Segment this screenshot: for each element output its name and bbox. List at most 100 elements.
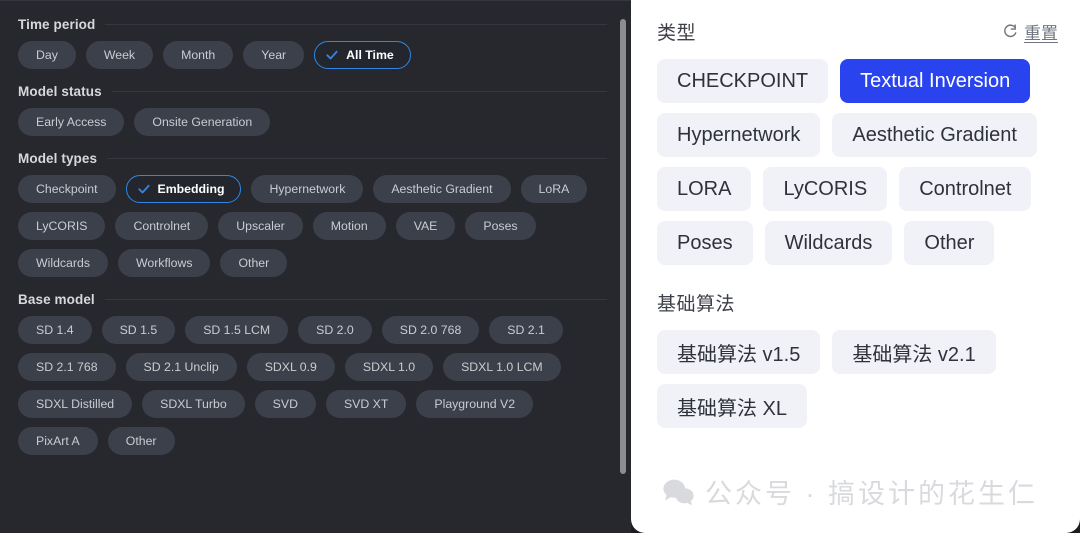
- type-chip-group: CHECKPOINT Textual Inversion Hypernetwork A…: [657, 59, 1058, 265]
- light-filter-panel: 类型 重置 CHECKPOINT Textual Inversion Hyperne…: [631, 0, 1080, 533]
- filter-chip[interactable]: Other: [220, 249, 288, 277]
- type-chip[interactable]: LyCORIS: [763, 167, 888, 211]
- filter-chip[interactable]: SD 2.1 Unclip: [125, 353, 237, 381]
- filter-chip-label: SD 2.1 768: [36, 360, 98, 374]
- base-model-chip[interactable]: 基础算法 v1.5: [657, 330, 821, 374]
- filter-chip[interactable]: Onsite Generation: [134, 108, 271, 136]
- type-chip-label: Other: [924, 231, 975, 254]
- filter-chip[interactable]: SDXL 0.9: [246, 353, 335, 381]
- filter-chip-label: SVD: [272, 397, 298, 411]
- filter-chip[interactable]: PixArt A: [18, 427, 98, 455]
- filter-chip[interactable]: LoRA: [520, 175, 588, 203]
- base-model-chip-group: 基础算法 v1.5 基础算法 v2.1 基础算法 XL: [657, 330, 1058, 428]
- filter-chip-label: Motion: [330, 219, 368, 233]
- filter-chip-label: SD 2.1: [507, 323, 545, 337]
- filter-chip-label: Playground V2: [434, 397, 516, 411]
- filter-chip-label: SD 1.4: [36, 323, 74, 337]
- filter-chip-group: Checkpoint Embedding Hypernetwork Aesthetic…: [18, 175, 607, 277]
- filter-chip-label: Onsite Generation: [152, 115, 253, 129]
- type-chip[interactable]: Wildcards: [764, 221, 893, 265]
- app-screen: Time period Day Week Month Year All Time Model…: [0, 0, 1080, 533]
- filter-chip-label: Other: [238, 256, 270, 270]
- filter-chip[interactable]: SVD: [254, 390, 316, 418]
- section-divider: [105, 24, 607, 25]
- filter-chip[interactable]: SDXL Distilled: [18, 390, 133, 418]
- filter-chip[interactable]: LyCORIS: [18, 212, 106, 240]
- filter-chip-label: SDXL Distilled: [36, 397, 115, 411]
- filter-chip-label: LoRA: [538, 182, 570, 196]
- filter-chip[interactable]: Wildcards: [18, 249, 108, 277]
- filter-chip[interactable]: SVD XT: [325, 390, 407, 418]
- filter-chip-label: SDXL 1.0 LCM: [461, 360, 543, 374]
- filter-chip[interactable]: Workflows: [117, 249, 211, 277]
- reset-button[interactable]: 重置: [1001, 19, 1058, 44]
- filter-chip[interactable]: SDXL Turbo: [142, 390, 245, 418]
- check-icon: [137, 182, 151, 196]
- section-divider: [107, 158, 607, 159]
- base-model-section-title: 基础算法: [657, 294, 736, 315]
- type-chip-label: Textual Inversion: [860, 69, 1011, 92]
- filter-chip[interactable]: SD 1.4: [18, 316, 92, 344]
- filter-chip[interactable]: Embedding: [125, 175, 242, 203]
- filter-chip[interactable]: Early Access: [18, 108, 125, 136]
- type-chip-label: Hypernetwork: [677, 123, 801, 146]
- type-chip[interactable]: Poses: [657, 221, 753, 265]
- refresh-icon: [1001, 23, 1018, 40]
- filter-chip[interactable]: SD 1.5 LCM: [185, 316, 289, 344]
- filter-chip[interactable]: SD 2.1 768: [18, 353, 116, 381]
- filter-chip[interactable]: SD 1.5: [101, 316, 176, 344]
- vertical-scrollbar[interactable]: [620, 19, 626, 474]
- filter-chip-label: SD 1.5 LCM: [203, 323, 271, 337]
- filter-section-title: Model status: [18, 84, 102, 99]
- filter-chip[interactable]: SDXL 1.0 LCM: [443, 353, 561, 381]
- filter-chip[interactable]: All Time: [314, 41, 411, 69]
- reset-label: 重置: [1024, 24, 1058, 43]
- dark-filter-scroll-area: Time period Day Week Month Year All Time Model…: [0, 1, 631, 533]
- filter-chip[interactable]: SD 2.0: [298, 316, 372, 344]
- type-chip[interactable]: Aesthetic Gradient: [832, 113, 1037, 157]
- filter-chip-label: Other: [125, 434, 157, 448]
- type-chip[interactable]: Textual Inversion: [840, 59, 1031, 103]
- filter-chip-group: Day Week Month Year All Time: [18, 41, 607, 69]
- filter-chip-label: VAE: [413, 219, 438, 233]
- filter-chip-label: Early Access: [36, 115, 107, 129]
- filter-chip[interactable]: Playground V2: [416, 390, 534, 418]
- filter-section-header: Time period: [18, 17, 607, 32]
- filter-chip[interactable]: Motion: [312, 212, 386, 240]
- filter-chip-group: Early Access Onsite Generation: [18, 108, 607, 136]
- base-model-chip[interactable]: 基础算法 XL: [657, 384, 808, 428]
- filter-section: Base model SD 1.4 SD 1.5 SD 1.5 LCM SD 2.0 SD…: [18, 292, 607, 455]
- type-chip[interactable]: LORA: [657, 167, 752, 211]
- filter-chip[interactable]: SD 2.0 768: [381, 316, 480, 344]
- filter-chip[interactable]: Controlnet: [115, 212, 209, 240]
- filter-chip-label: SD 2.1 Unclip: [143, 360, 219, 374]
- filter-chip[interactable]: SDXL 1.0: [344, 353, 434, 381]
- type-chip[interactable]: Controlnet: [899, 167, 1032, 211]
- filter-chip[interactable]: Month: [163, 41, 234, 69]
- filter-chip-label: SD 2.0: [316, 323, 354, 337]
- type-chip[interactable]: CHECKPOINT: [657, 59, 829, 103]
- filter-chip-label: Embedding: [157, 182, 225, 196]
- filter-chip-label: SDXL 1.0: [362, 360, 416, 374]
- filter-chip[interactable]: Upscaler: [218, 212, 303, 240]
- section-divider: [104, 299, 607, 300]
- filter-chip-label: Week: [103, 48, 136, 62]
- filter-section-title: Base model: [18, 292, 95, 307]
- filter-chip[interactable]: SD 2.1: [489, 316, 563, 344]
- filter-chip[interactable]: Hypernetwork: [251, 175, 364, 203]
- filter-chip[interactable]: Poses: [465, 212, 536, 240]
- type-chip[interactable]: Hypernetwork: [657, 113, 821, 157]
- type-chip[interactable]: Other: [904, 221, 995, 265]
- filter-chip[interactable]: Aesthetic Gradient: [373, 175, 511, 203]
- filter-chip[interactable]: VAE: [395, 212, 456, 240]
- filter-chip-label: Hypernetwork: [269, 182, 346, 196]
- filter-chip-label: Year: [261, 48, 287, 62]
- base-model-chip-label: 基础算法 v1.5: [677, 343, 801, 366]
- filter-chip[interactable]: Week: [85, 41, 154, 69]
- base-model-chip[interactable]: 基础算法 v2.1: [832, 330, 996, 374]
- filter-chip[interactable]: Checkpoint: [18, 175, 116, 203]
- filter-chip[interactable]: Year: [243, 41, 305, 69]
- filter-chip[interactable]: Other: [107, 427, 175, 455]
- dark-filter-panel: Time period Day Week Month Year All Time Model…: [0, 0, 631, 533]
- filter-chip[interactable]: Day: [18, 41, 76, 69]
